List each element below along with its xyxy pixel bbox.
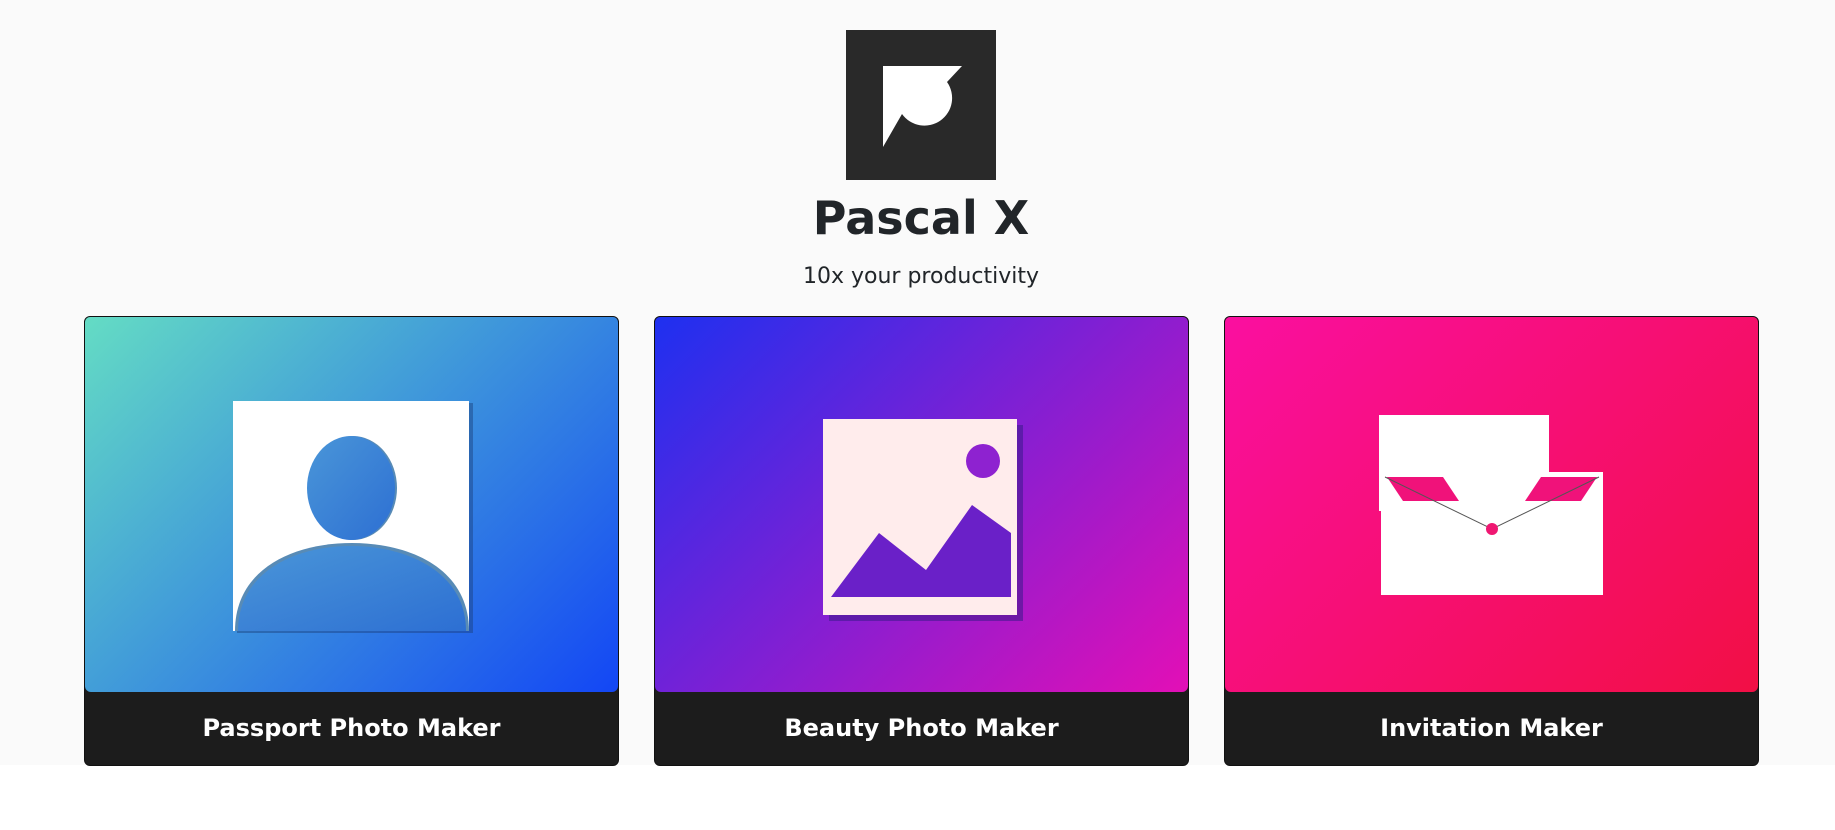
page-subtitle: 10x your productivity (803, 264, 1039, 289)
landscape-image-icon (823, 419, 1023, 621)
card-title: Passport Photo Maker (202, 714, 501, 742)
card-title: Invitation Maker (1380, 714, 1603, 742)
card-image (655, 317, 1188, 692)
passport-portrait-icon (233, 401, 473, 633)
card-image (1225, 317, 1758, 692)
invitation-maker-card[interactable]: Invitation Maker (1224, 316, 1759, 766)
card-image (85, 317, 618, 692)
envelope-letter-icon (1379, 415, 1603, 595)
beauty-photo-maker-card[interactable]: Beauty Photo Maker (654, 316, 1189, 766)
page: Pascal X 10x your productivity Passport … (0, 0, 1835, 766)
page-title: Pascal X (812, 191, 1030, 245)
pascal-x-logo-icon (846, 30, 996, 180)
card-title: Beauty Photo Maker (784, 714, 1059, 742)
passport-photo-maker-card[interactable]: Passport Photo Maker (84, 316, 619, 766)
